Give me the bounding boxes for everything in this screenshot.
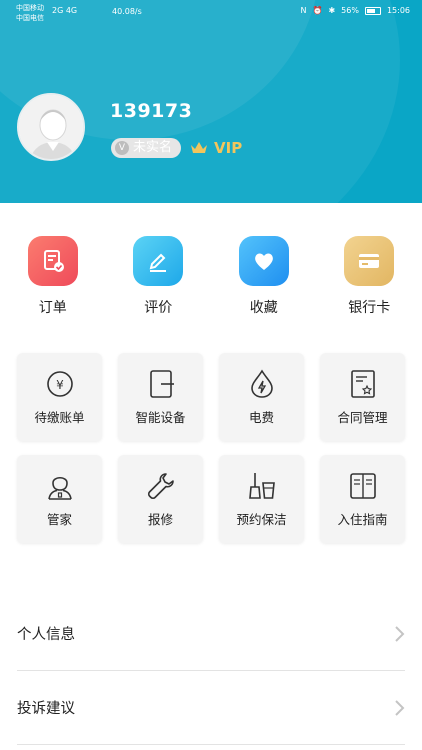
verify-status-text: 未实名 <box>133 140 173 155</box>
guide-book-icon <box>349 473 376 499</box>
quick-action-label: 评价 <box>144 300 173 316</box>
status-right: N ⏰ ✱ 56% 15:06 <box>301 6 411 15</box>
quick-actions: 订单 评价 收藏 银行卡 <box>0 236 422 317</box>
services-grid: ¥ 待缴账单 智能设备 电费 合同管理 管家 报修 预约保洁 入住指南 <box>17 353 407 557</box>
services-row: 管家 报修 预约保洁 入住指南 <box>17 455 407 543</box>
service-label: 入住指南 <box>337 512 388 527</box>
svg-text:¥: ¥ <box>56 378 64 392</box>
service-label: 智能设备 <box>135 410 186 425</box>
carrier-1: 中国移动 <box>16 4 44 12</box>
verification-badge[interactable]: V 未实名 <box>111 138 182 158</box>
crown-icon <box>191 142 207 153</box>
menu-item-feedback[interactable]: 投诉建议 <box>17 671 405 745</box>
electricity-icon <box>250 369 273 398</box>
service-label: 合同管理 <box>337 410 388 425</box>
chevron-right-icon <box>395 625 405 642</box>
quick-action-label: 收藏 <box>249 300 278 316</box>
quick-action-reviews[interactable]: 评价 <box>106 236 212 317</box>
carrier-2: 中国电信 <box>16 14 44 22</box>
menu-item-label: 个人信息 <box>17 627 75 643</box>
heart-icon <box>238 236 289 286</box>
housekeeper-icon <box>47 476 72 500</box>
yen-bill-icon: ¥ <box>46 371 73 397</box>
service-tile-contract[interactable]: 合同管理 <box>320 353 405 441</box>
bluetooth-icon: ✱ <box>328 6 336 15</box>
quick-action-label: 订单 <box>38 300 67 316</box>
service-tile-cleaning[interactable]: 预约保洁 <box>219 455 304 543</box>
quick-action-favorites[interactable]: 收藏 <box>211 236 317 317</box>
service-tile-repair[interactable]: 报修 <box>118 455 203 543</box>
wrench-icon <box>147 473 174 500</box>
service-label: 报修 <box>147 512 173 527</box>
cleaning-icon <box>248 473 275 499</box>
profile-page: 中国移动 中国电信 2G 4G 40.08/s N ⏰ ✱ 56% 15:06 <box>0 0 422 750</box>
profile-header: 中国移动 中国电信 2G 4G 40.08/s N ⏰ ✱ 56% 15:06 <box>0 0 422 203</box>
username: 139173 <box>110 100 193 122</box>
menu-item-personal-info[interactable]: 个人信息 <box>17 597 405 671</box>
quick-action-bank-card[interactable]: 银行卡 <box>317 236 422 317</box>
quick-action-label: 银行卡 <box>348 300 391 316</box>
services-row: ¥ 待缴账单 智能设备 电费 合同管理 <box>17 353 407 441</box>
network-speed: 40.08/s <box>112 7 142 16</box>
order-icon <box>27 236 78 286</box>
edit-icon <box>133 236 184 286</box>
service-label: 管家 <box>46 512 72 527</box>
settings-menu: 个人信息 投诉建议 <box>17 597 405 745</box>
quick-action-orders[interactable]: 订单 <box>0 236 106 317</box>
carrier-labels: 中国移动 中国电信 <box>16 3 44 23</box>
chevron-right-icon <box>395 699 405 716</box>
service-label: 待缴账单 <box>34 410 85 425</box>
contract-icon <box>350 370 375 398</box>
battery-percent: 56% <box>341 6 359 15</box>
card-icon <box>344 236 395 286</box>
battery-icon <box>364 6 381 15</box>
service-label: 预约保洁 <box>236 512 287 527</box>
menu-item-label: 投诉建议 <box>17 701 75 717</box>
service-tile-electricity[interactable]: 电费 <box>219 353 304 441</box>
service-tile-housekeeper[interactable]: 管家 <box>17 455 102 543</box>
signal-indicator: 2G 4G <box>52 6 78 15</box>
alarm-icon: ⏰ <box>312 6 323 15</box>
service-tile-bills[interactable]: ¥ 待缴账单 <box>17 353 102 441</box>
service-label: 电费 <box>248 410 274 425</box>
vip-badge[interactable]: VIP <box>190 139 242 157</box>
avatar[interactable] <box>17 93 85 161</box>
vip-label: VIP <box>214 139 243 157</box>
service-tile-guide[interactable]: 入住指南 <box>320 455 405 543</box>
service-tile-smart-device[interactable]: 智能设备 <box>118 353 203 441</box>
nfc-icon: N <box>300 6 307 15</box>
status-bar: 中国移动 中国电信 2G 4G 40.08/s N ⏰ ✱ 56% 15:06 <box>0 0 422 26</box>
verify-v-icon: V <box>115 141 129 155</box>
clock: 15:06 <box>386 6 410 15</box>
smart-device-icon <box>149 370 174 398</box>
